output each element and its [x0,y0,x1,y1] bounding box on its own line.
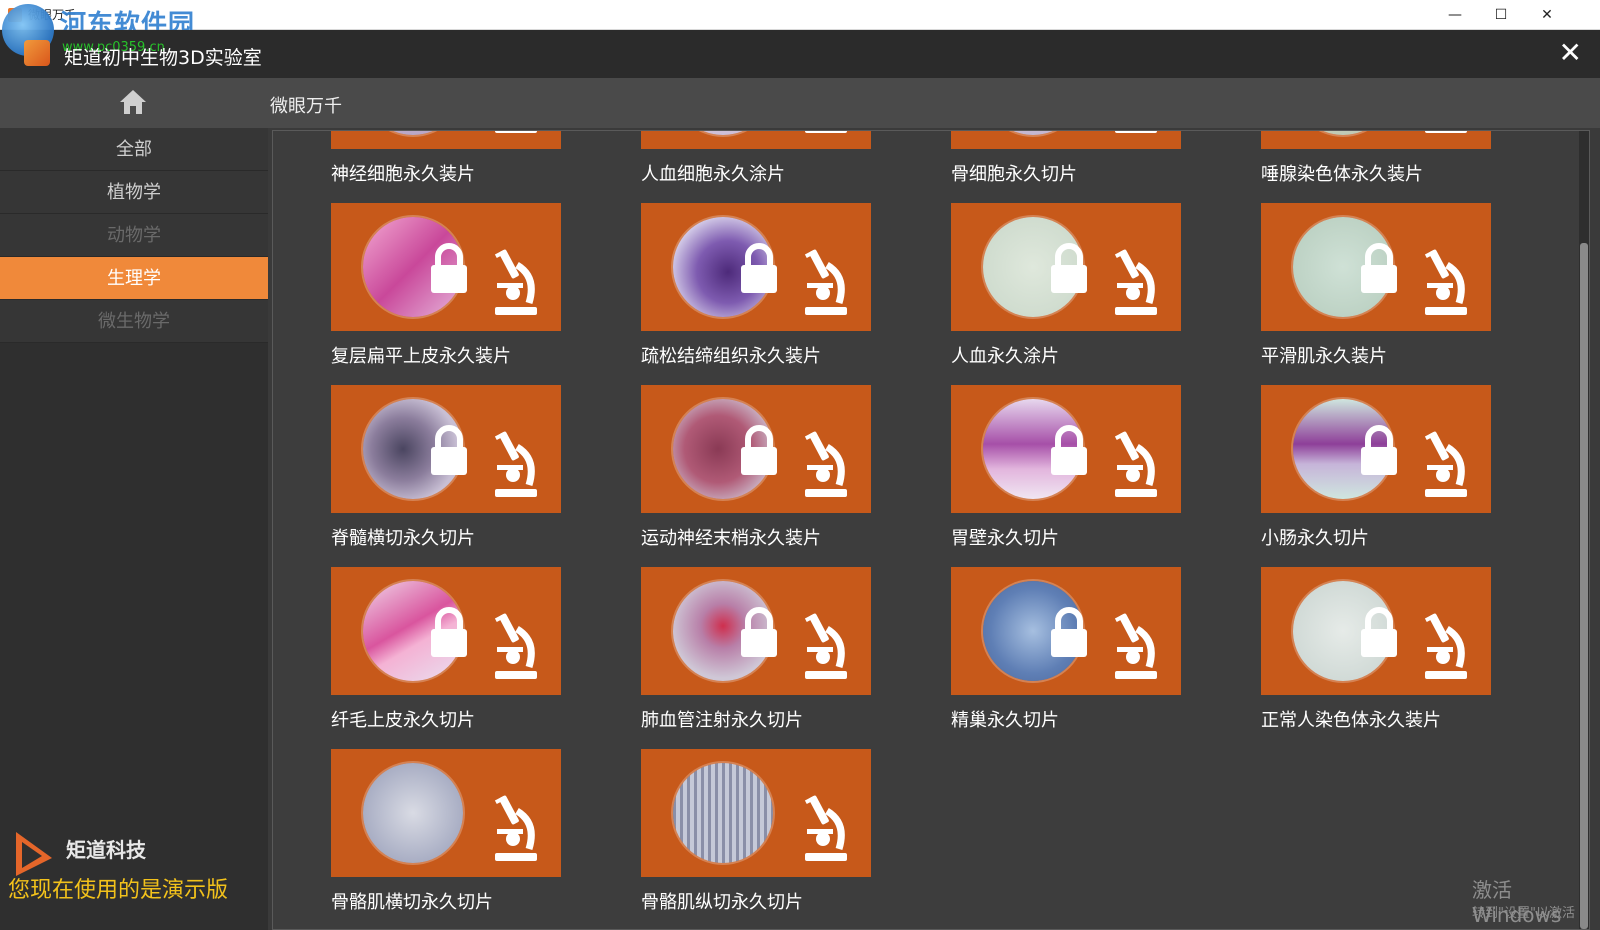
window-titlebar: 微眼万千 — ☐ ✕ [0,0,1600,30]
slide-card[interactable] [1261,567,1491,695]
slide-label[interactable]: 胃壁永久切片 [951,524,1059,550]
slide-card[interactable] [641,749,871,877]
slide-card[interactable] [331,131,561,149]
slide-grid: 神经细胞永久装片 人血细胞永久涂片 骨细胞永久切片 唾腺染色体永久装片复层扁平上皮永久… [272,130,1590,930]
slide-label[interactable]: 骨骼肌纵切永久切片 [641,888,803,914]
slide-card[interactable] [951,131,1181,149]
slide-card[interactable] [331,567,561,695]
sidebar: 全部 植物学 动物学 生理学 微生物学 矩道科技 您现在使用的是演示版 [0,128,268,930]
slide-card[interactable] [331,749,561,877]
lock-icon [429,425,469,477]
lock-icon [1049,243,1089,295]
microscope-icon [491,247,539,317]
slide-label[interactable]: 疏松结缔组织永久装片 [641,342,821,368]
sidebar-category[interactable]: 微生物学 [0,300,268,343]
lock-icon [1049,607,1089,659]
slide-card[interactable] [1261,203,1491,331]
sidebar-category[interactable]: 动物学 [0,214,268,257]
slide-card[interactable] [641,567,871,695]
slide-label[interactable]: 唾腺染色体永久装片 [1261,160,1423,186]
lock-icon [1049,425,1089,477]
slide-label[interactable]: 人血细胞永久涂片 [641,160,785,186]
app-title: 矩道初中生物3D实验室 [64,47,262,69]
microscope-icon [801,793,849,863]
lock-icon [429,607,469,659]
slide-preview-image [1293,131,1393,135]
slide-card[interactable] [641,131,871,149]
microscope-icon [1111,131,1159,135]
microscope-icon [801,429,849,499]
activation-hint: 转到"设置"以激活 [1472,906,1575,921]
lock-icon [429,243,469,295]
slide-card[interactable] [641,385,871,513]
slide-preview-image [363,131,463,135]
microscope-icon [1421,429,1469,499]
home-icon[interactable] [118,88,148,116]
microscope-icon [801,247,849,317]
app-header: 矩道初中生物3D实验室 ✕ [0,30,1600,78]
slide-card[interactable] [641,203,871,331]
slide-label[interactable]: 平滑肌永久装片 [1261,342,1387,368]
slide-label[interactable]: 骨骼肌横切永久切片 [331,888,493,914]
close-icon[interactable]: ✕ [1559,38,1582,68]
microscope-icon [801,131,849,135]
microscope-icon [801,611,849,681]
microscope-icon [1111,247,1159,317]
slide-label[interactable]: 正常人染色体永久装片 [1261,706,1441,732]
slide-preview-image [363,763,463,863]
minimize-button[interactable]: — [1432,0,1478,30]
slide-preview-image [673,131,773,135]
maximize-button[interactable]: ☐ [1478,0,1524,30]
brand-name: 矩道科技 [66,838,146,862]
slide-label[interactable]: 神经细胞永久装片 [331,160,475,186]
slide-preview-image [673,763,773,863]
slide-label[interactable]: 小肠永久切片 [1261,524,1369,550]
microscope-icon [1111,611,1159,681]
slide-label[interactable]: 肺血管注射永久切片 [641,706,803,732]
slide-label[interactable]: 精巢永久切片 [951,706,1059,732]
slide-card[interactable] [951,385,1181,513]
microscope-icon [491,793,539,863]
slide-card[interactable] [331,385,561,513]
slide-label[interactable]: 运动神经末梢永久装片 [641,524,821,550]
slide-preview-image [983,131,1083,135]
microscope-icon [491,611,539,681]
slide-card[interactable] [331,203,561,331]
slide-label[interactable]: 骨细胞永久切片 [951,160,1077,186]
microscope-icon [1421,131,1469,135]
slide-card[interactable] [1261,385,1491,513]
lock-icon [739,243,779,295]
lock-icon [739,425,779,477]
slide-label[interactable]: 脊髓横切永久切片 [331,524,475,550]
microscope-icon [491,131,539,135]
scroll-thumb[interactable] [1580,243,1588,929]
sidebar-category[interactable]: 植物学 [0,171,268,214]
window-close-button[interactable]: ✕ [1524,0,1570,30]
demo-version-note: 您现在使用的是演示版 [8,878,229,903]
lock-icon [1359,607,1399,659]
microscope-icon [1111,429,1159,499]
microscope-icon [1421,611,1469,681]
slide-label[interactable]: 人血永久涂片 [951,342,1059,368]
app-logo-icon [24,40,50,66]
section-title: 微眼万千 [270,96,342,117]
lock-icon [1359,243,1399,295]
lock-icon [739,607,779,659]
slide-label[interactable]: 纤毛上皮永久切片 [331,706,475,732]
microscope-icon [491,429,539,499]
slide-card[interactable] [1261,131,1491,149]
sidebar-category[interactable]: 生理学 [0,257,268,300]
microscope-icon [1421,247,1469,317]
scrollbar[interactable] [1579,131,1589,929]
lock-icon [1359,425,1399,477]
slide-card[interactable] [951,203,1181,331]
slide-label[interactable]: 复层扁平上皮永久装片 [331,342,511,368]
subheader: 微眼万千 [0,78,1600,128]
sidebar-category[interactable]: 全部 [0,128,268,171]
slide-card[interactable] [951,567,1181,695]
